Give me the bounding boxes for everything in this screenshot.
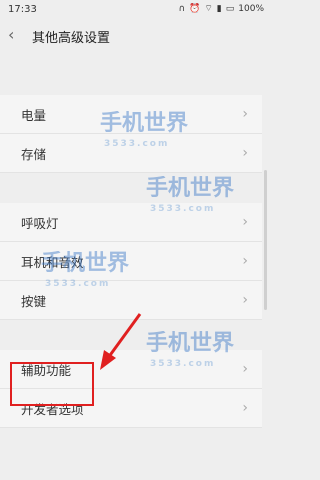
- list-top-spacer: [0, 50, 262, 95]
- list-item-breathing-light[interactable]: 呼吸灯 ›: [0, 203, 262, 242]
- list-item-label: 呼吸灯: [21, 215, 59, 231]
- list-item-storage[interactable]: 存储 ›: [0, 134, 262, 173]
- list-item-label: 存储: [21, 146, 47, 162]
- wifi-icon: ⌔: [204, 4, 213, 14]
- list-item-battery[interactable]: 电量 ›: [0, 95, 262, 134]
- status-time: 17:33: [8, 4, 37, 15]
- list-item-label: 耳机和音效: [21, 254, 84, 270]
- back-chevron-icon[interactable]: ‹: [8, 25, 14, 44]
- chevron-right-icon: ›: [242, 361, 248, 377]
- alarm-icon: ⏰: [189, 3, 201, 14]
- chevron-right-icon: ›: [242, 145, 248, 161]
- battery-percent: 100%: [238, 3, 264, 14]
- signal-icon: ▮: [216, 3, 222, 14]
- chevron-right-icon: ›: [242, 253, 248, 269]
- list-item-label: 按键: [21, 293, 47, 309]
- list-group-spacer: [0, 173, 262, 203]
- chevron-right-icon: ›: [242, 106, 248, 122]
- scrollbar[interactable]: [264, 170, 267, 310]
- status-icons: ∩ ⏰ ⌔ ▮ ▭ 100%: [178, 3, 264, 15]
- list-item-headphones-audio[interactable]: 耳机和音效 ›: [0, 242, 262, 281]
- chevron-right-icon: ›: [242, 292, 248, 308]
- battery-icon: ▭: [225, 3, 235, 14]
- header: ‹ 其他高级设置: [0, 20, 270, 50]
- status-bar: 17:33 ∩ ⏰ ⌔ ▮ ▭ 100%: [0, 0, 270, 20]
- headset-icon: ∩: [178, 3, 186, 14]
- chevron-right-icon: ›: [242, 400, 248, 416]
- pointer-arrow-icon: [100, 313, 142, 370]
- page-title: 其他高级设置: [32, 31, 111, 46]
- list-item-label: 电量: [21, 107, 47, 123]
- highlight-box: [10, 362, 94, 406]
- chevron-right-icon: ›: [242, 214, 248, 230]
